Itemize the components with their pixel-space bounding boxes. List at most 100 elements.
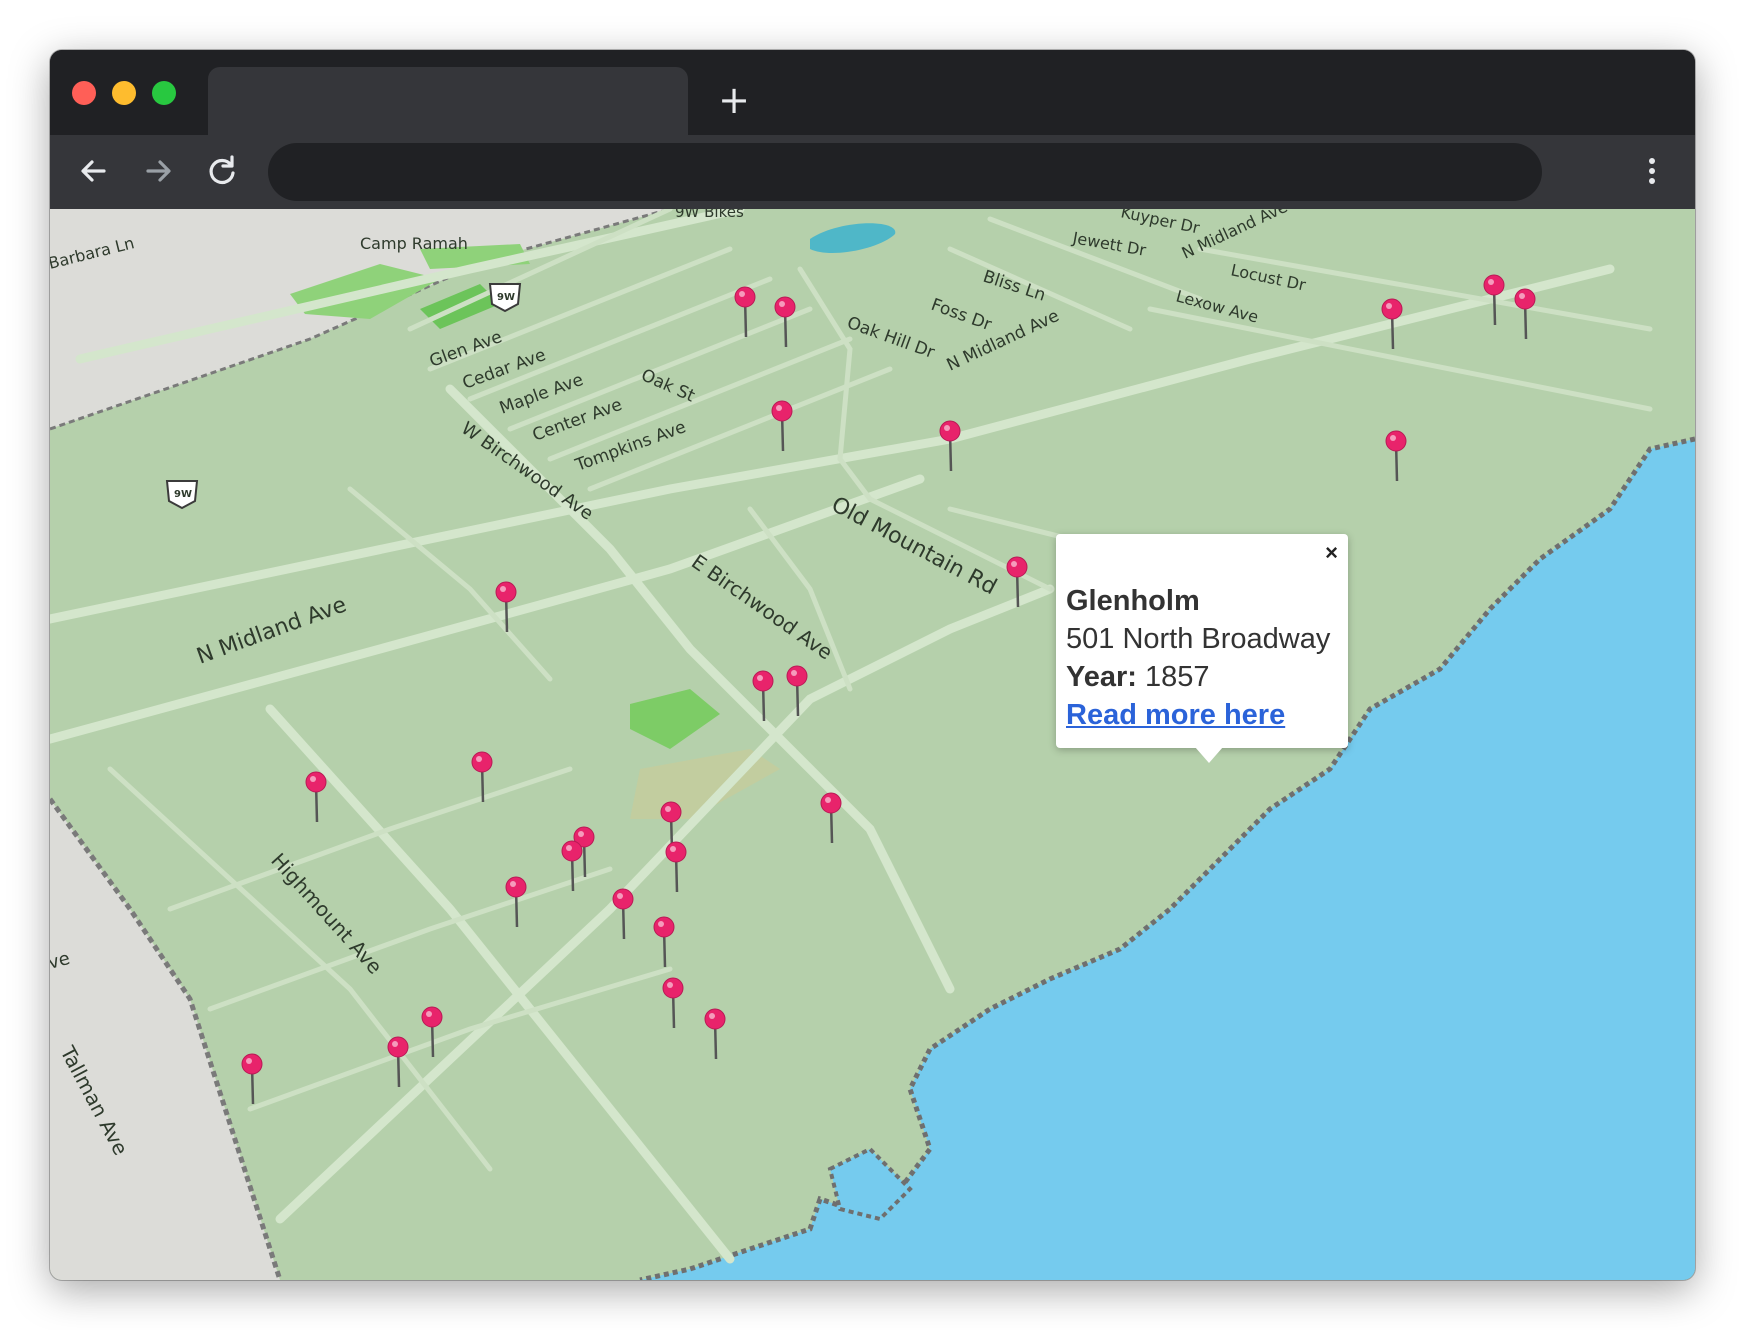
map-pin-highlight <box>670 846 676 852</box>
map-pin[interactable] <box>734 286 756 338</box>
map-pin-highlight <box>791 670 797 676</box>
map-pin-highlight <box>667 982 673 988</box>
map-pin-head <box>1006 556 1028 578</box>
map-pin-highlight <box>1390 435 1396 441</box>
address-bar[interactable] <box>268 143 1542 201</box>
map-pin[interactable] <box>241 1053 263 1105</box>
reload-icon <box>209 155 235 185</box>
map-pin-head <box>939 420 961 442</box>
map-pin-head <box>495 581 517 603</box>
map-pin[interactable] <box>612 888 634 940</box>
popup-year-row: Year: 1857 <box>1066 658 1342 696</box>
map-pin-highlight <box>658 921 664 927</box>
map-pin-highlight <box>310 776 316 782</box>
map-pin-highlight <box>1011 561 1017 567</box>
map-pin[interactable] <box>495 581 517 633</box>
map-pin[interactable] <box>774 296 796 348</box>
map-pin-highlight <box>739 291 745 297</box>
map-pin-highlight <box>617 893 623 899</box>
browser-toolbar <box>50 135 1695 209</box>
map-pin-highlight <box>500 586 506 592</box>
map-pin-head <box>734 286 756 308</box>
map-pin-highlight <box>476 756 482 762</box>
map-pin-head <box>421 1006 443 1028</box>
map-pin[interactable] <box>662 977 684 1029</box>
map-pin-highlight <box>709 1013 715 1019</box>
popup-address: 501 North Broadway <box>1066 623 1331 655</box>
map-pin[interactable] <box>1483 274 1505 326</box>
browser-menu-button[interactable] <box>1630 149 1674 193</box>
back-button[interactable] <box>72 149 116 193</box>
map-pin-head <box>704 1008 726 1030</box>
map-pin[interactable] <box>1385 430 1407 482</box>
map-pin[interactable] <box>1006 556 1028 608</box>
map-pin[interactable] <box>939 420 961 472</box>
popup-year-value: 1857 <box>1145 661 1210 693</box>
arrow-left-icon <box>81 160 106 182</box>
map-pin-highlight <box>757 675 763 681</box>
map-pin[interactable] <box>1381 298 1403 350</box>
reload-button[interactable] <box>200 149 244 193</box>
map-pin[interactable] <box>1514 288 1536 340</box>
map-pin-head <box>561 840 583 862</box>
map-pin-highlight <box>1488 279 1494 285</box>
map-pin-head <box>665 841 687 863</box>
map-pin-highlight <box>578 831 584 837</box>
map-pin-head <box>660 801 682 823</box>
map-pin-head <box>820 792 842 814</box>
map-pin-highlight <box>944 425 950 431</box>
popup-title: Glenholm <box>1066 585 1200 617</box>
map-pin[interactable] <box>704 1008 726 1060</box>
map-pin-head <box>771 400 793 422</box>
arrow-right-icon <box>146 160 171 182</box>
map-pin-head <box>752 670 774 692</box>
map-pin-head <box>774 296 796 318</box>
info-popup: × Glenholm 501 North Broadway Year: 1857… <box>1056 534 1348 763</box>
map-pin-head <box>241 1053 263 1075</box>
map-pin-highlight <box>246 1058 252 1064</box>
popup-close-button[interactable]: × <box>1325 540 1338 566</box>
map-pin-head <box>387 1036 409 1058</box>
title-bar: + <box>50 50 1695 135</box>
map-pin[interactable] <box>305 771 327 823</box>
map-pin[interactable] <box>387 1036 409 1088</box>
map-pin[interactable] <box>665 841 687 893</box>
popup-body: Glenholm 501 North Broadway Year: 1857 R… <box>1066 582 1342 734</box>
map-pin-highlight <box>392 1041 398 1047</box>
map-pin-highlight <box>510 881 516 887</box>
map-pin-head <box>471 751 493 773</box>
popup-read-more-link[interactable]: Read more here <box>1066 699 1285 731</box>
map-pin-head <box>662 977 684 999</box>
map-pin[interactable] <box>820 792 842 844</box>
browser-tab[interactable] <box>208 67 688 135</box>
forward-button[interactable] <box>136 149 180 193</box>
popup-tip <box>1195 747 1223 763</box>
map-pin-highlight <box>779 301 785 307</box>
map-pin[interactable] <box>786 665 808 717</box>
map-pin[interactable] <box>752 670 774 722</box>
map-pin[interactable] <box>653 916 675 968</box>
map-pin-highlight <box>1386 303 1392 309</box>
minimize-window-button[interactable] <box>112 81 136 105</box>
map-pin-head <box>1483 274 1505 296</box>
map-pin[interactable] <box>471 751 493 803</box>
popup-year-label: Year: <box>1066 661 1137 693</box>
map-pin[interactable] <box>421 1006 443 1058</box>
map-pin-head <box>1385 430 1407 452</box>
pins-layer <box>241 274 1536 1105</box>
map-pin[interactable] <box>561 840 583 892</box>
new-tab-button[interactable]: + <box>714 78 754 122</box>
map-pin-highlight <box>566 845 572 851</box>
map-pin-highlight <box>825 797 831 803</box>
map-pin-head <box>653 916 675 938</box>
zoom-window-button[interactable] <box>152 81 176 105</box>
browser-window: + 9W 9W Camp Ramah Barbara Ln 9W Bikes G… <box>50 50 1695 1280</box>
map-pin[interactable] <box>771 400 793 452</box>
map-pin-head <box>1514 288 1536 310</box>
map-canvas[interactable]: 9W 9W Camp Ramah Barbara Ln 9W Bikes Gle… <box>50 209 1695 1280</box>
close-window-button[interactable] <box>72 81 96 105</box>
map-pin-head <box>786 665 808 687</box>
map-pin-highlight <box>426 1011 432 1017</box>
map-pin-highlight <box>776 405 782 411</box>
map-pin[interactable] <box>505 876 527 928</box>
